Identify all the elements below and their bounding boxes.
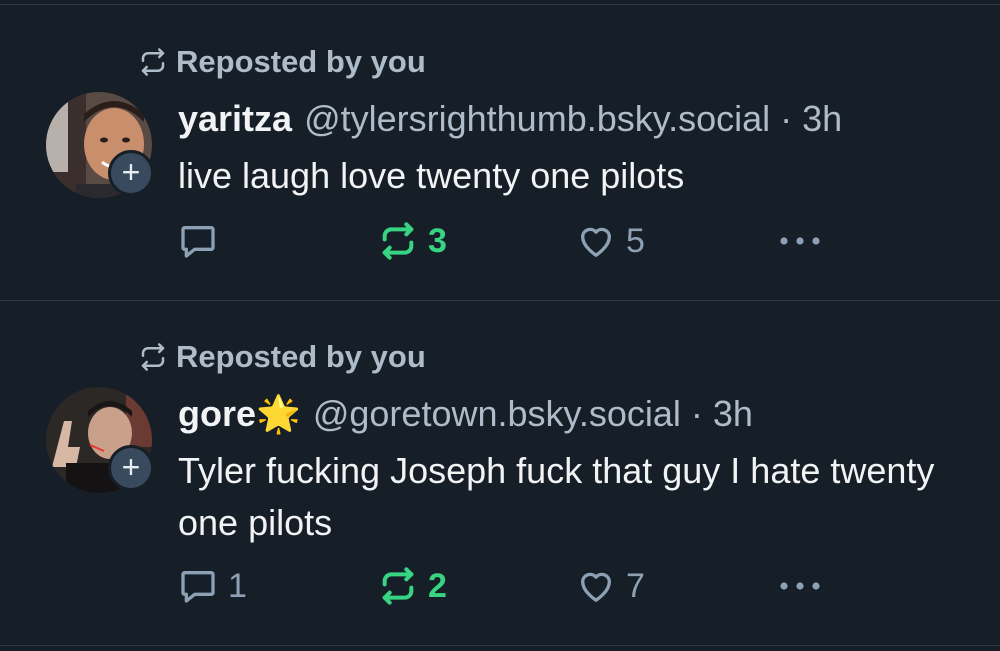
- post-header: gore🌟 @goretown.bsky.social · 3h: [178, 393, 753, 435]
- more-icon: [780, 237, 820, 245]
- heart-icon: [581, 572, 611, 602]
- avatar[interactable]: +: [46, 387, 154, 493]
- reply-button[interactable]: [178, 216, 228, 266]
- display-name[interactable]: gore🌟: [178, 393, 301, 435]
- repost-icon: [382, 222, 414, 260]
- post-header: yaritza @tylersrighthumb.bsky.social · 3…: [178, 98, 842, 140]
- heart-icon: [581, 227, 611, 257]
- action-bar: 1 2 7: [178, 561, 838, 611]
- display-name[interactable]: yaritza: [178, 98, 292, 140]
- like-count: 5: [626, 221, 645, 260]
- reply-count: 1: [228, 566, 247, 605]
- separator: ·: [690, 393, 703, 434]
- action-bar: 3 5: [178, 216, 838, 266]
- timestamp[interactable]: 3h: [713, 393, 753, 435]
- feed-post[interactable]: Reposted by you + yaritza @tylersrighthu…: [0, 4, 1000, 301]
- reply-icon: [181, 571, 215, 603]
- post-text: live laugh love twenty one pilots: [178, 155, 685, 196]
- repost-button[interactable]: 3: [378, 216, 447, 266]
- feed: Reposted by you + yaritza @tylersrighthu…: [0, 0, 1000, 651]
- follow-button[interactable]: +: [108, 445, 154, 491]
- more-button[interactable]: [776, 216, 824, 266]
- avatar[interactable]: +: [46, 92, 154, 198]
- repost-label: Reposted by you: [176, 339, 426, 374]
- feed-post[interactable]: Reposted by you + gore🌟 @goretown.bsky.s…: [0, 301, 1000, 646]
- reply-button[interactable]: 1: [178, 561, 247, 611]
- repost-icon: [141, 48, 165, 76]
- repost-icon: [382, 567, 414, 605]
- like-button[interactable]: 7: [576, 561, 645, 611]
- reply-icon: [181, 226, 215, 258]
- separator: ·: [780, 98, 793, 139]
- timestamp[interactable]: 3h: [802, 98, 842, 140]
- repost-indicator: Reposted by you: [138, 339, 426, 375]
- repost-icon: [141, 343, 165, 371]
- repost-label: Reposted by you: [176, 44, 426, 79]
- like-count: 7: [626, 566, 645, 605]
- like-button[interactable]: 5: [576, 216, 645, 266]
- repost-count: 2: [428, 566, 447, 605]
- repost-indicator: Reposted by you: [138, 44, 426, 80]
- more-icon: [780, 582, 820, 590]
- repost-count: 3: [428, 221, 447, 260]
- follow-button[interactable]: +: [108, 150, 154, 196]
- handle[interactable]: @goretown.bsky.social: [313, 393, 681, 435]
- post-text: Tyler fucking Joseph fuck that guy I hat…: [178, 450, 935, 543]
- more-button[interactable]: [776, 561, 824, 611]
- repost-button[interactable]: 2: [378, 561, 447, 611]
- handle[interactable]: @tylersrighthumb.bsky.social: [304, 98, 770, 140]
